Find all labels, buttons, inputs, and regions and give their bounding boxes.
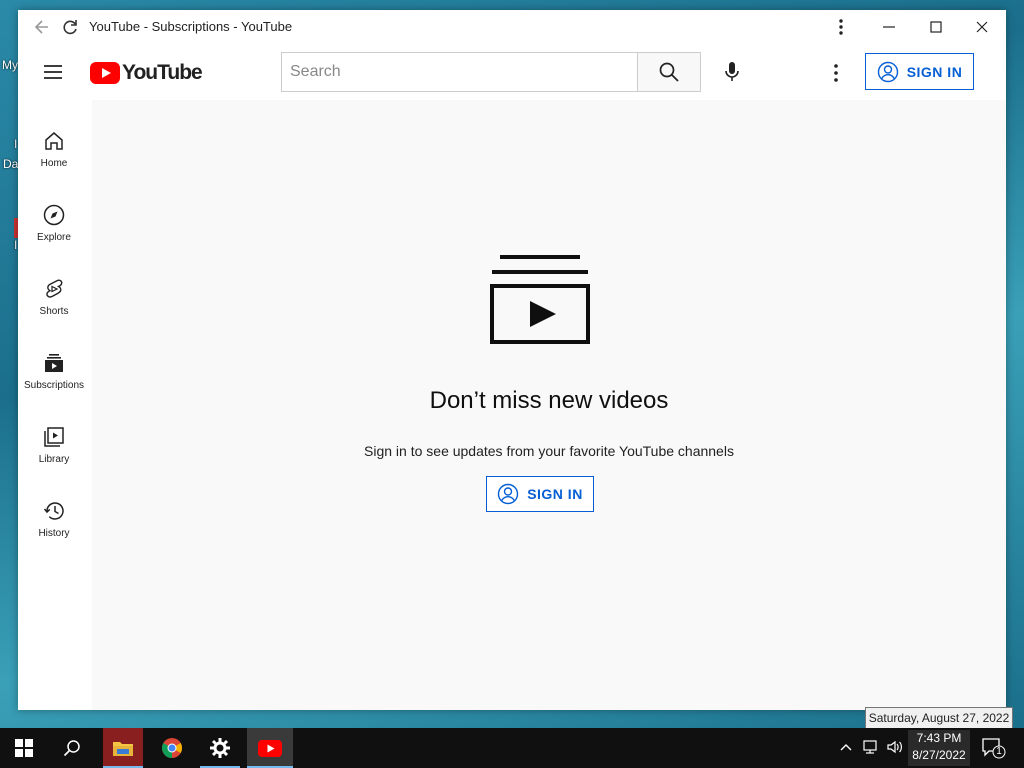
sidebar-item-label: Explore [37, 232, 71, 243]
sidebar-item-explore[interactable]: Explore [18, 194, 90, 264]
sidebar-item-label: Library [38, 454, 70, 465]
chrome-icon [161, 738, 183, 759]
gear-icon [210, 738, 230, 758]
notification-count: 1 [996, 746, 1002, 757]
masthead: YouTube SIGN IN [18, 44, 1006, 100]
sidebar-item-home[interactable]: Home [18, 120, 90, 190]
minimize-icon[interactable] [880, 18, 898, 36]
subscriptions-empty-icon [490, 255, 590, 344]
taskbar-youtube[interactable] [247, 728, 293, 768]
settings-menu-icon[interactable] [828, 62, 844, 84]
account-icon [877, 61, 898, 82]
desktop-icon-label: I [14, 238, 18, 252]
desktop-icon-label: Da [3, 157, 19, 171]
sidebar-item-label: Home [40, 158, 68, 169]
search-button[interactable] [637, 52, 701, 92]
taskbar-search-button[interactable] [52, 728, 92, 768]
home-icon [45, 132, 63, 150]
subscriptions-icon [45, 354, 63, 372]
sign-in-label: SIGN IN [527, 486, 583, 502]
start-button[interactable] [4, 728, 44, 768]
voice-search-button[interactable] [718, 58, 746, 86]
maximize-icon[interactable] [927, 18, 945, 36]
sidebar: Home Explore Shorts Subscriptions Librar… [18, 100, 92, 710]
close-icon[interactable] [973, 18, 991, 36]
search-input[interactable] [290, 53, 629, 91]
shorts-icon [46, 279, 63, 298]
sign-in-button[interactable]: SIGN IN [865, 53, 974, 90]
action-center-button[interactable]: 1 [980, 736, 1006, 760]
logo-text: YouTube [122, 61, 203, 84]
app-window: YouTube - Subscriptions - YouTube YouTub… [18, 10, 1006, 710]
youtube-logo-icon [90, 62, 120, 84]
sidebar-item-label: Subscriptions [23, 380, 85, 391]
taskbar-clock[interactable]: 7:43 PM 8/27/2022 [908, 730, 970, 766]
sidebar-item-history[interactable]: History [18, 490, 90, 560]
sign-in-button-main[interactable]: SIGN IN [486, 476, 594, 512]
sidebar-item-library[interactable]: Library [18, 416, 90, 486]
hamburger-menu-icon[interactable] [42, 61, 64, 83]
youtube-app-icon [258, 739, 282, 757]
search-icon [659, 62, 679, 82]
date-tooltip: Saturday, August 27, 2022 [865, 707, 1013, 729]
folder-icon [113, 742, 133, 756]
windows-logo-icon [15, 739, 33, 757]
main-content: Don’t miss new videos Sign in to see upd… [92, 100, 1006, 710]
network-icon[interactable] [862, 738, 880, 756]
reload-icon[interactable] [60, 17, 80, 37]
more-options-icon[interactable] [834, 18, 848, 36]
window-title: YouTube - Subscriptions - YouTube [89, 19, 293, 34]
sidebar-item-label: Shorts [39, 306, 69, 317]
title-bar: YouTube - Subscriptions - YouTube [18, 10, 1006, 44]
taskbar: 7:43 PM 8/27/2022 1 [0, 728, 1024, 768]
empty-state-subtitle: Sign in to see updates from your favorit… [364, 443, 734, 459]
sign-in-label: SIGN IN [906, 63, 963, 80]
back-arrow-icon[interactable] [32, 17, 52, 37]
taskbar-chrome[interactable] [152, 728, 192, 768]
microphone-icon [725, 62, 739, 81]
empty-state-title: Don’t miss new videos [429, 387, 669, 414]
account-icon [497, 483, 519, 505]
youtube-logo[interactable]: YouTube [90, 61, 203, 84]
compass-icon [43, 204, 65, 226]
search-field[interactable] [281, 52, 638, 92]
volume-icon[interactable] [886, 738, 904, 756]
history-icon [43, 502, 64, 520]
taskbar-settings[interactable] [200, 728, 240, 768]
clock-date: 8/27/2022 [912, 748, 966, 762]
sidebar-item-label: History [38, 528, 70, 539]
search-icon [63, 740, 80, 757]
desktop-icon-label: My [2, 58, 18, 72]
clock-time: 7:43 PM [916, 731, 962, 745]
show-hidden-icons-chevron-icon[interactable] [839, 738, 857, 756]
desktop-icon-label: I [14, 137, 18, 151]
sidebar-item-shorts[interactable]: Shorts [18, 268, 90, 338]
sidebar-item-subscriptions[interactable]: Subscriptions [18, 342, 90, 412]
library-icon [44, 427, 64, 447]
taskbar-file-explorer[interactable] [103, 728, 143, 768]
